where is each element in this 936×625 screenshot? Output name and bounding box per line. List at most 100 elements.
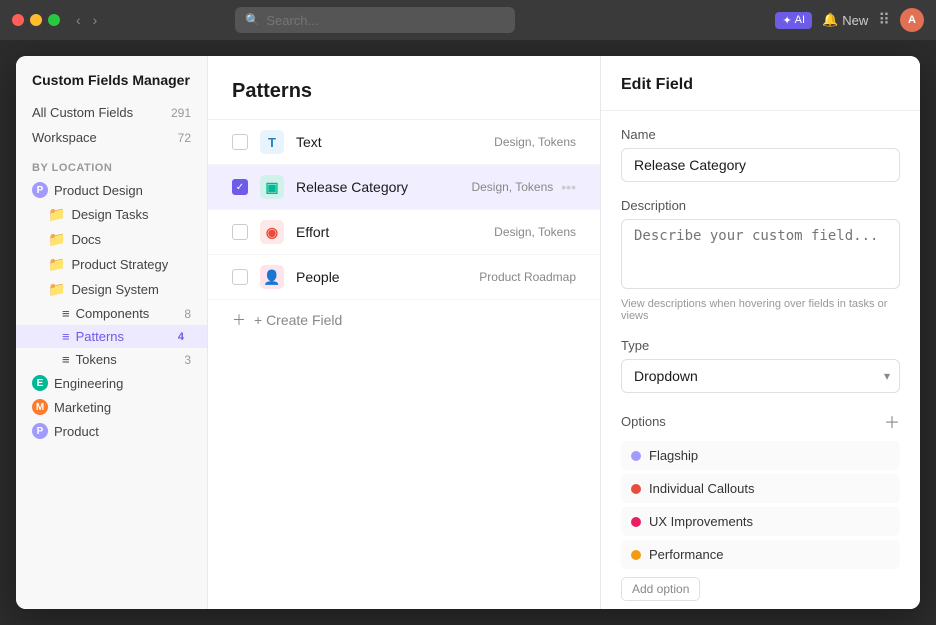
create-field-row[interactable]: ＋ + Create Field: [208, 300, 600, 340]
add-option-plus-icon[interactable]: ＋: [884, 409, 900, 433]
field-icon-people: 👤: [260, 265, 284, 289]
option-item-performance[interactable]: Performance: [621, 540, 900, 569]
option-item-ux-improvements[interactable]: UX Improvements: [621, 507, 900, 536]
ux-improvements-label: UX Improvements: [649, 514, 753, 529]
list-icon: ≡: [62, 306, 70, 321]
all-custom-fields-label: All Custom Fields: [32, 105, 133, 120]
type-select[interactable]: Dropdown Text Number Date People: [621, 359, 900, 393]
components-count: 8: [184, 307, 191, 321]
ai-label: AI: [795, 14, 805, 26]
components-label: Components: [76, 306, 150, 321]
design-tasks-label: Design Tasks: [71, 207, 148, 222]
options-label: Options: [621, 414, 666, 429]
field-name-people: People: [296, 269, 467, 285]
forward-button[interactable]: ›: [89, 10, 102, 30]
all-custom-fields-count: 291: [171, 106, 191, 120]
name-label: Name: [621, 127, 900, 142]
sidebar-title: Custom Fields Manager: [16, 72, 207, 100]
sidebar-item-engineering[interactable]: E Engineering: [16, 371, 207, 395]
folder-icon: 📁: [48, 256, 65, 273]
workspace-count: 72: [178, 131, 191, 145]
add-option-button[interactable]: Add option: [621, 577, 700, 601]
nav-arrows: ‹ ›: [72, 10, 101, 30]
individual-callouts-label: Individual Callouts: [649, 481, 755, 496]
folder-icon: 📁: [48, 206, 65, 223]
field-checkbox-release[interactable]: ✓: [232, 179, 248, 195]
search-bar[interactable]: 🔍: [235, 7, 515, 33]
field-row-text[interactable]: T Text Design, Tokens: [208, 120, 600, 165]
sidebar-item-marketing[interactable]: M Marketing: [16, 395, 207, 419]
search-icon: 🔍: [245, 13, 260, 27]
engineering-icon: E: [32, 375, 48, 391]
edit-panel: Edit Field Name Description View descrip…: [600, 56, 920, 609]
field-icon-effort: ◉: [260, 220, 284, 244]
grid-icon[interactable]: ⠿: [878, 10, 890, 30]
content-title: Patterns: [232, 80, 576, 103]
fullscreen-button[interactable]: [48, 14, 60, 26]
type-select-wrapper: Dropdown Text Number Date People ▾: [621, 359, 900, 393]
marketing-label: Marketing: [54, 400, 111, 415]
folder-icon: 📁: [48, 281, 65, 298]
performance-label: Performance: [649, 547, 723, 562]
product-design-icon: P: [32, 182, 48, 198]
titlebar-right: ✦ AI 🔔 New ⠿ A: [775, 8, 924, 32]
sidebar-item-design-tasks[interactable]: 📁 Design Tasks: [16, 202, 207, 227]
field-icon-release: ▣: [260, 175, 284, 199]
field-checkbox-effort[interactable]: [232, 224, 248, 240]
field-tags-release: Design, Tokens: [471, 180, 553, 194]
workspace-label: Workspace: [32, 130, 97, 145]
list-icon-active: ≡: [62, 329, 70, 344]
field-checkbox-people[interactable]: [232, 269, 248, 285]
minimize-button[interactable]: [30, 14, 42, 26]
more-options-icon[interactable]: •••: [561, 179, 576, 195]
type-form-group: Type Dropdown Text Number Date People ▾: [621, 338, 900, 393]
search-input[interactable]: [266, 13, 505, 28]
sidebar-item-product-strategy[interactable]: 📁 Product Strategy: [16, 252, 207, 277]
back-button[interactable]: ‹: [72, 10, 85, 30]
option-item-individual-callouts[interactable]: Individual Callouts: [621, 474, 900, 503]
options-header: Options ＋: [621, 409, 900, 433]
sidebar: Custom Fields Manager All Custom Fields …: [16, 56, 208, 609]
description-hint: View descriptions when hovering over fie…: [621, 298, 900, 322]
avatar[interactable]: A: [900, 8, 924, 32]
option-item-flagship[interactable]: Flagship: [621, 441, 900, 470]
product-design-label: Product Design: [54, 183, 143, 198]
description-textarea[interactable]: [621, 219, 900, 289]
ai-badge[interactable]: ✦ AI: [775, 12, 812, 29]
type-label: Type: [621, 338, 900, 353]
sidebar-item-all-custom-fields[interactable]: All Custom Fields 291: [16, 100, 207, 125]
sidebar-item-workspace[interactable]: Workspace 72: [16, 125, 207, 150]
sidebar-item-product-design[interactable]: P Product Design: [16, 178, 207, 202]
sidebar-item-product[interactable]: P Product: [16, 419, 207, 443]
ux-improvements-dot: [631, 517, 641, 527]
performance-dot: [631, 550, 641, 560]
field-row-people[interactable]: 👤 People Product Roadmap: [208, 255, 600, 300]
patterns-label: Patterns: [76, 329, 124, 344]
name-form-group: Name: [621, 127, 900, 182]
field-row-effort[interactable]: ◉ Effort Design, Tokens: [208, 210, 600, 255]
main-container: Custom Fields Manager All Custom Fields …: [0, 40, 936, 625]
docs-label: Docs: [71, 232, 101, 247]
sidebar-item-tokens[interactable]: ≡ Tokens 3: [16, 348, 207, 371]
field-tags-people: Product Roadmap: [479, 270, 576, 284]
product-label: Product: [54, 424, 99, 439]
field-checkbox-text[interactable]: [232, 134, 248, 150]
tokens-count: 3: [184, 353, 191, 367]
fields-table: T Text Design, Tokens ✓ ▣ Release Catego…: [208, 120, 600, 609]
sidebar-item-design-system[interactable]: 📁 Design System: [16, 277, 207, 302]
sidebar-item-docs[interactable]: 📁 Docs: [16, 227, 207, 252]
bell-icon: 🔔: [822, 12, 838, 28]
description-form-group: Description View descriptions when hover…: [621, 198, 900, 322]
close-button[interactable]: [12, 14, 24, 26]
by-location-label: BY LOCATION: [16, 150, 207, 178]
field-name-text: Text: [296, 134, 482, 150]
name-input[interactable]: [621, 148, 900, 182]
sidebar-item-components[interactable]: ≡ Components 8: [16, 302, 207, 325]
sidebar-item-patterns[interactable]: ≡ Patterns 4: [16, 325, 207, 348]
new-button[interactable]: 🔔 New: [822, 12, 868, 28]
field-row-release-category[interactable]: ✓ ▣ Release Category Design, Tokens •••: [208, 165, 600, 210]
field-icon-text: T: [260, 130, 284, 154]
edit-panel-body: Name Description View descriptions when …: [601, 111, 920, 609]
field-name-release: Release Category: [296, 179, 459, 195]
marketing-icon: M: [32, 399, 48, 415]
